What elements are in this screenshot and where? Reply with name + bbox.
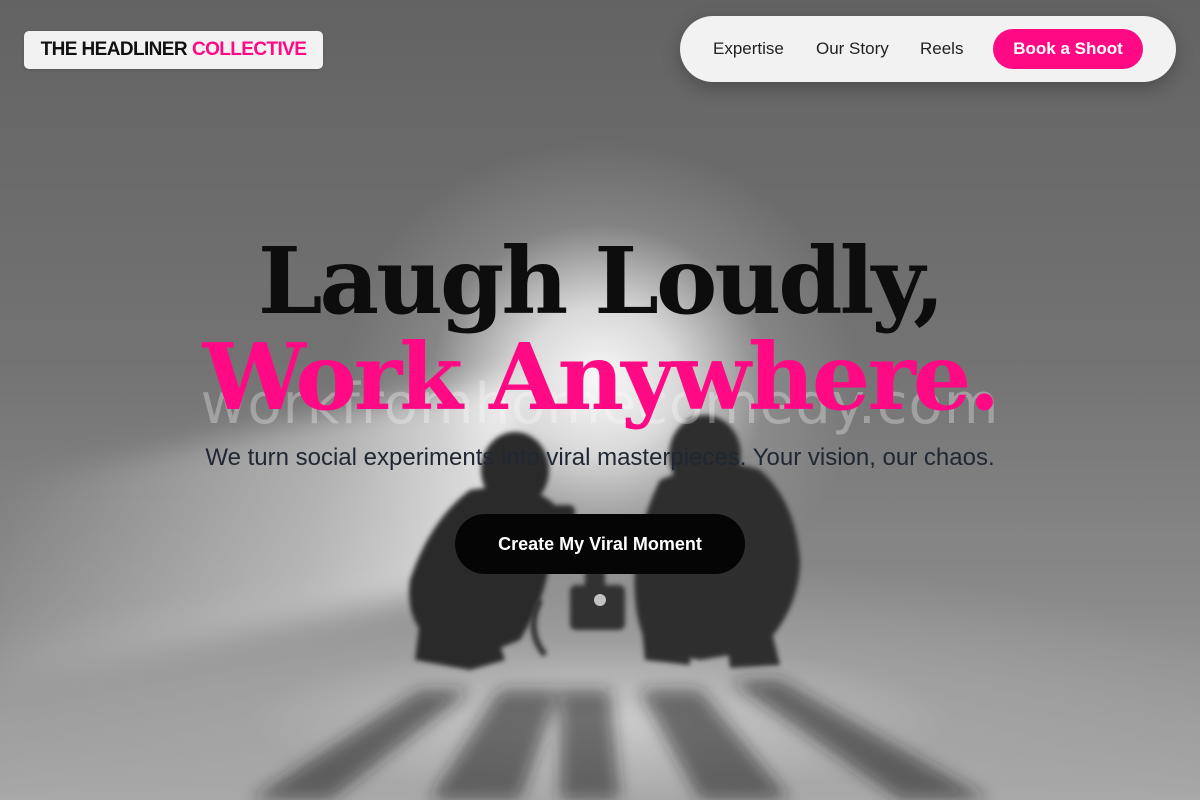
nav-link-our-story[interactable]: Our Story bbox=[816, 39, 889, 59]
brand-name-part1: THE HEADLINER bbox=[40, 39, 188, 60]
brand-logo[interactable]: THE HEADLINER COLLECTIVE bbox=[24, 31, 323, 69]
hero-headline-line2: Work Anywhere. bbox=[202, 323, 1001, 431]
main-nav: Expertise Our Story Reels Book a Shoot bbox=[680, 16, 1176, 82]
hero-headline-line1: Laugh Loudly, bbox=[257, 227, 945, 335]
nav-link-reels[interactable]: Reels bbox=[920, 39, 963, 59]
hero-subtitle: We turn social experiments into viral ma… bbox=[205, 444, 995, 471]
create-viral-moment-button[interactable]: Create My Viral Moment bbox=[455, 514, 745, 574]
brand-name-part2: COLLECTIVE bbox=[191, 39, 307, 60]
book-a-shoot-button[interactable]: Book a Shoot bbox=[993, 29, 1143, 69]
nav-link-expertise[interactable]: Expertise bbox=[713, 39, 784, 59]
